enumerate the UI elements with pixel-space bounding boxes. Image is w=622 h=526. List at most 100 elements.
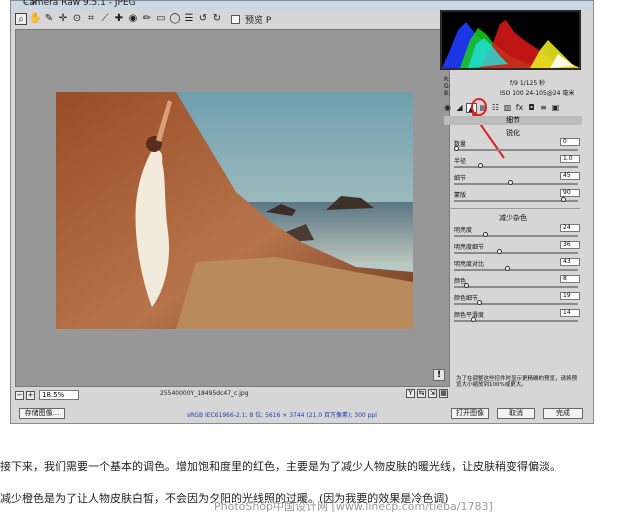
- warning-icon[interactable]: !: [433, 369, 445, 381]
- slider-label: 明亮度: [454, 227, 473, 234]
- window-controls[interactable]: – ×: [23, 0, 587, 8]
- slider-thumb[interactable]: [477, 163, 483, 168]
- color-sampler-tool-icon[interactable]: ✛: [57, 13, 69, 25]
- crop-tool-icon[interactable]: ⌗: [85, 13, 97, 25]
- preview-label: 预览 P: [245, 15, 272, 26]
- spot-removal-tool-icon[interactable]: ✚: [113, 13, 125, 25]
- photo-preview: [56, 92, 413, 329]
- exif-aperture-shutter: f/9 1/125 秒: [510, 80, 546, 87]
- slider-thumb[interactable]: [496, 249, 502, 254]
- slider-thumb[interactable]: [454, 146, 459, 151]
- slider-row: 颜色细节 19: [454, 292, 582, 310]
- slider-row: 明亮度对比 43: [454, 258, 582, 276]
- panel-tabs: ◉ ◢ ▲ ▤ ☷ ▥ fx ◘ ≡ ▣: [440, 102, 581, 114]
- slider-row: 蒙版 90: [454, 189, 582, 207]
- slider-value-input[interactable]: 43: [560, 258, 580, 266]
- slider-row: 数量 0: [454, 138, 582, 156]
- slider-track[interactable]: [454, 286, 578, 288]
- slider-row: 明亮度细节 36: [454, 241, 582, 259]
- article-paragraph-1: 接下来，我们需要一个基本的调色。增加饱和度里的红色，主要是为了减少人物皮肤的暖光…: [0, 460, 561, 473]
- adjustment-brush-icon[interactable]: ✏: [141, 13, 153, 25]
- slider-thumb[interactable]: [463, 283, 469, 288]
- radial-filter-icon[interactable]: ◯: [169, 13, 181, 25]
- slider-value-input[interactable]: 36: [560, 241, 580, 249]
- slider-value-input[interactable]: 24: [560, 224, 580, 232]
- slider-row: 半径 1.0: [454, 155, 582, 173]
- slider-label: 颜色平滑度: [454, 312, 485, 319]
- noise-reduction-heading: 减少杂色: [499, 214, 527, 222]
- slider-thumb[interactable]: [470, 317, 476, 322]
- slider-track[interactable]: [454, 200, 578, 202]
- slider-track[interactable]: [454, 303, 578, 305]
- info-readout: R: G: B: f/9 1/125 秒 ISO 100 24-105@24 毫…: [440, 74, 581, 98]
- before-after-y-icon[interactable]: Y: [406, 389, 415, 398]
- slider-label: 半径: [454, 158, 467, 165]
- r-label: R:: [444, 76, 451, 83]
- rotate-left-icon[interactable]: ↺: [197, 13, 209, 25]
- watermark-text: PhotoShop中国设计网 [www.linecp.com/tieba/178…: [214, 500, 493, 513]
- panel-tab-2-icon[interactable]: ◢: [454, 103, 465, 113]
- slider-value-input[interactable]: 0: [560, 138, 580, 146]
- rotate-right-icon[interactable]: ↻: [211, 13, 223, 25]
- slider-value-input[interactable]: 45: [560, 172, 580, 180]
- image-preview-area[interactable]: !: [15, 29, 450, 387]
- filename-label: 25540000Y_18495dc47_c.jpg: [160, 390, 249, 397]
- slider-value-input[interactable]: 90: [560, 189, 580, 197]
- slider-track[interactable]: [454, 235, 578, 237]
- slider-value-input[interactable]: 8: [560, 275, 580, 283]
- slider-thumb[interactable]: [476, 300, 482, 305]
- swap-icon[interactable]: ⇆: [417, 389, 426, 398]
- panel-title: 细节: [444, 116, 582, 125]
- save-image-button[interactable]: 存储图像...: [19, 408, 65, 419]
- slider-thumb[interactable]: [507, 180, 513, 185]
- red-eye-tool-icon[interactable]: ◉: [127, 13, 139, 25]
- panel-tab-10-icon[interactable]: ▣: [550, 103, 561, 113]
- hand-tool-icon[interactable]: ✋: [29, 13, 41, 25]
- slider-row: 明亮度 24: [454, 224, 582, 242]
- cancel-button[interactable]: 取消: [497, 408, 535, 419]
- histogram: [440, 10, 581, 70]
- view-toggles: Y ⇆ ⇲ ▦: [406, 389, 448, 398]
- exif-iso-lens: ISO 100 24-105@24 毫米: [500, 90, 575, 97]
- section-divider: [446, 208, 580, 209]
- slider-track[interactable]: [454, 269, 578, 271]
- zoom-tool-icon[interactable]: ⌕: [15, 13, 27, 25]
- sharpen-heading: 锐化: [506, 129, 520, 137]
- slider-track[interactable]: [454, 149, 578, 151]
- slider-thumb[interactable]: [482, 232, 488, 237]
- slider-value-input[interactable]: 1.0: [560, 155, 580, 163]
- toolbar: ⌕ ✋ ✎ ✛ ⊙ ⌗ ⟋ ✚ ◉ ✏ ▭ ◯ ☰ ↺ ↻ 预览 P: [13, 11, 445, 27]
- straighten-tool-icon[interactable]: ⟋: [99, 13, 111, 25]
- open-image-button[interactable]: 打开图像: [451, 408, 489, 419]
- slider-track[interactable]: [454, 183, 578, 185]
- panel-tab-8-icon[interactable]: ◘: [526, 103, 537, 113]
- white-balance-tool-icon[interactable]: ✎: [43, 13, 55, 25]
- graduated-filter-icon[interactable]: ▭: [155, 13, 167, 25]
- slider-value-input[interactable]: 14: [560, 309, 580, 317]
- slider-track[interactable]: [454, 252, 578, 254]
- g-label: G:: [444, 83, 451, 90]
- targeted-adjustment-tool-icon[interactable]: ⊙: [71, 13, 83, 25]
- zoom-level-select[interactable]: 18.5%: [39, 390, 79, 400]
- panel-tab-9-icon[interactable]: ≡: [538, 103, 549, 113]
- slider-row: 颜色平滑度 14: [454, 309, 582, 327]
- zoom-in-button[interactable]: +: [26, 390, 35, 400]
- done-button[interactable]: 完成: [543, 408, 583, 419]
- slider-row: 颜色 8: [454, 275, 582, 293]
- slider-track[interactable]: [454, 166, 578, 168]
- workflow-options-link[interactable]: sRGB IEC61966-2.1; 8 位; 5616 × 3744 (21.…: [187, 410, 377, 419]
- toggle-settings-icon[interactable]: ▦: [439, 389, 448, 398]
- slider-label: 蒙版: [454, 192, 467, 199]
- preferences-icon[interactable]: ☰: [183, 13, 195, 25]
- panel-tab-7-icon[interactable]: fx: [514, 103, 525, 113]
- panel-tab-1-icon[interactable]: ◉: [442, 103, 453, 113]
- preview-hint-note: 为了在调整这些控件时显示更精确的预览，请将预览大小缩放到100%或更大。: [456, 376, 578, 388]
- b-label: B:: [444, 90, 451, 97]
- slider-value-input[interactable]: 19: [560, 292, 580, 300]
- zoom-out-button[interactable]: −: [15, 390, 24, 400]
- slider-label: 明亮度对比: [454, 261, 485, 268]
- copy-settings-icon[interactable]: ⇲: [428, 389, 437, 398]
- preview-checkbox[interactable]: [231, 14, 240, 24]
- slider-label: 颜色细节: [454, 295, 479, 302]
- bottom-bar: 存储图像... sRGB IEC61966-2.1; 8 位; 5616 × 3…: [11, 405, 593, 423]
